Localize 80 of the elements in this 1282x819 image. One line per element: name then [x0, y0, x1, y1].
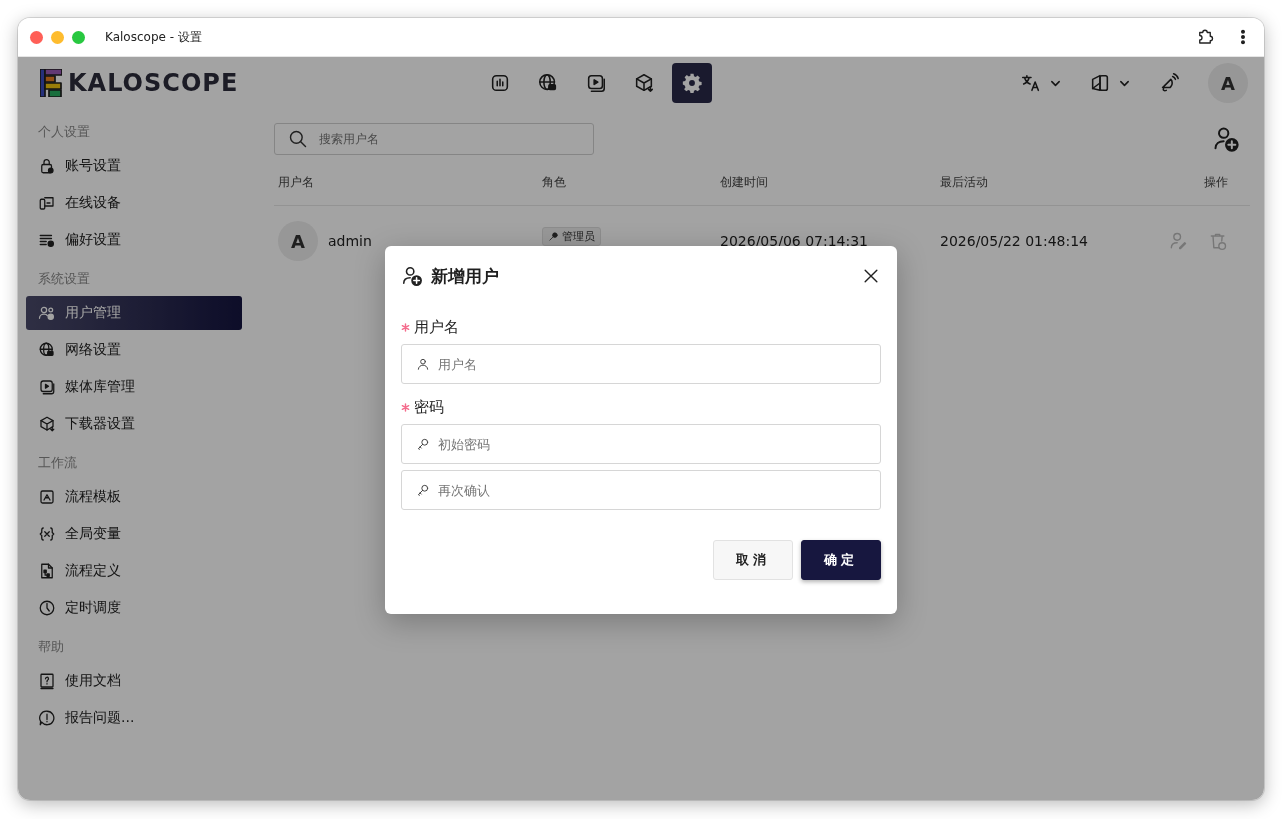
cube-icon — [38, 415, 56, 433]
sidebar-item[interactable]: 网络设置 — [26, 333, 242, 367]
username-cell: admin — [328, 233, 372, 249]
variable-icon — [38, 525, 56, 543]
sidebar-item[interactable]: 下载器设置 — [26, 407, 242, 441]
sidebar-item-label: 账号设置 — [65, 157, 121, 175]
input-field[interactable]: 再次确认 — [401, 470, 881, 510]
sidebar-item-label: 在线设备 — [65, 194, 121, 212]
play-icon — [585, 72, 607, 94]
window-title: Kaloscope - 设置 — [105, 28, 202, 46]
sidebar-item[interactable]: 流程模板 — [26, 480, 242, 514]
column-header: 创建时间 — [720, 173, 769, 191]
clock-icon — [38, 599, 56, 617]
translate-icon — [1020, 72, 1042, 94]
sidebar-item-label: 媒体库管理 — [65, 378, 135, 396]
input-field[interactable]: 初始密码 — [401, 424, 881, 464]
role-tag: 管理员 — [542, 226, 601, 246]
last-activity-cell-text: 2026/05/22 01:48:14 — [940, 233, 1090, 249]
logo-icon — [40, 69, 62, 97]
input-field[interactable]: 用户名 — [401, 344, 881, 384]
globe-icon — [38, 341, 56, 359]
sidebar-item-label: 使用文档 — [65, 672, 121, 690]
user-avatar[interactable]: A — [1208, 63, 1248, 103]
sidebar-item[interactable]: 账号设置 — [26, 149, 242, 183]
sidebar-item[interactable]: 使用文档 — [26, 664, 242, 698]
confirm-button[interactable]: 确定 — [801, 540, 881, 580]
sidebar-item-label: 流程定义 — [65, 562, 121, 580]
dialog-title: 新增用户 — [431, 264, 499, 288]
settings-icon — [681, 72, 703, 94]
sidebar-section-title: 系统设置 — [37, 270, 91, 288]
user-avatar: A — [278, 221, 318, 261]
sidebar-item[interactable]: 流程定义 — [26, 554, 242, 588]
sidebar-item-label: 网络设置 — [65, 341, 121, 359]
alert-icon — [38, 709, 56, 727]
close-window-button[interactable] — [30, 30, 43, 44]
sidebar-item[interactable]: 在线设备 — [26, 186, 242, 220]
search-icon — [288, 129, 308, 149]
sidebar-item-label: 下载器设置 — [65, 415, 135, 433]
sidebar-section-title: 帮助 — [37, 638, 65, 656]
cancel-button[interactable]: 取消 — [713, 540, 793, 580]
search-field[interactable]: 搜索用户名 — [274, 123, 594, 155]
sidebar-item[interactable]: 报告问题... — [26, 701, 242, 735]
extension-icon[interactable] — [1196, 28, 1214, 46]
play-icon — [38, 378, 56, 396]
sidebar-item[interactable]: 定时调度 — [26, 591, 242, 625]
theme-icon — [1089, 72, 1111, 94]
sidebar-section-title: 工作流 — [37, 454, 78, 472]
sidebar-item-label: 偏好设置 — [65, 231, 121, 249]
add-user-icon[interactable] — [1212, 125, 1240, 153]
sidebar-item-label: 用户管理 — [65, 304, 121, 322]
column-header: 用户名 — [277, 173, 315, 191]
app-logo-text: KALOSCOPE — [68, 69, 239, 97]
sidebar-item[interactable]: 偏好设置 — [26, 223, 242, 257]
field-label: 密码 — [414, 397, 444, 417]
sidebar-item[interactable]: 全局变量 — [26, 517, 242, 551]
lock-icon — [38, 157, 56, 175]
sidebar-section-title: 个人设置 — [37, 123, 91, 141]
created-time-cell-text: 2026/05/06 07:14:31 — [720, 233, 870, 249]
help-document-icon — [38, 672, 56, 690]
sidebar-item-label: 报告问题... — [65, 709, 135, 727]
user-icon — [416, 357, 430, 371]
cube-icon — [633, 72, 655, 94]
devices-icon — [38, 194, 56, 212]
bar-chart-icon — [489, 72, 511, 94]
sidebar-item-label: 全局变量 — [65, 525, 121, 543]
document-icon — [38, 562, 56, 580]
column-header: 最后活动 — [940, 173, 989, 191]
translate-menu-button[interactable] — [1020, 72, 1061, 94]
field-label: 用户名 — [414, 317, 459, 337]
add-user-icon — [401, 265, 423, 287]
sidebar-item[interactable]: 媒体库管理 — [26, 370, 242, 404]
gear-nav-button[interactable] — [672, 63, 712, 103]
sidebar-item-label: 流程模板 — [65, 488, 121, 506]
users-icon — [38, 304, 56, 322]
column-header: 操作 — [1203, 173, 1229, 191]
template-icon — [38, 488, 56, 506]
column-header: 角色 — [542, 173, 567, 191]
sidebar-item-label: 定时调度 — [65, 599, 121, 617]
theme-menu-button[interactable] — [1089, 72, 1130, 94]
sidebar-item[interactable]: 用户管理 — [26, 296, 242, 330]
